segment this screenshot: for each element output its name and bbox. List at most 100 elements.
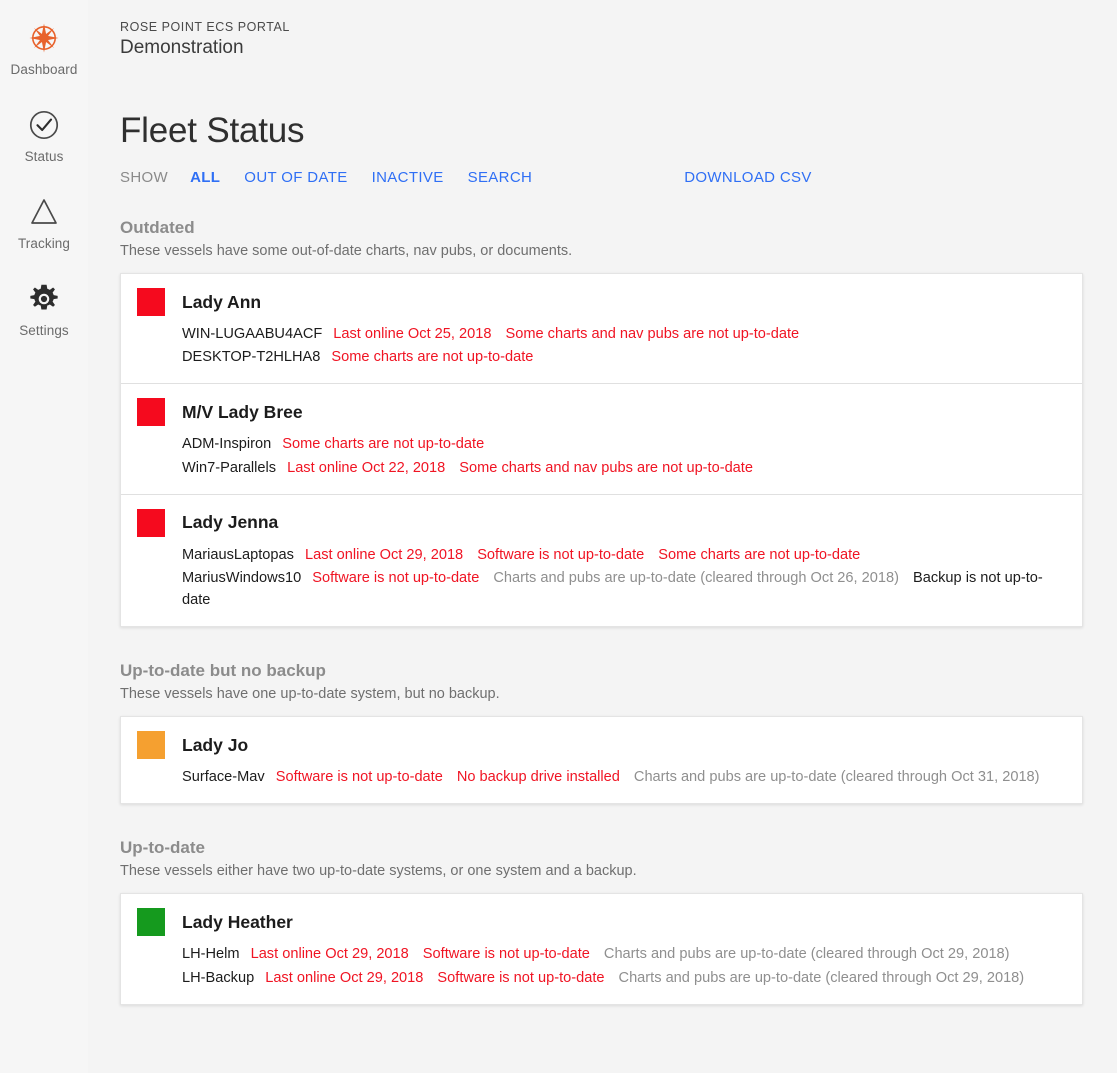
vessel-card[interactable]: Lady Jo Surface-Mav Software is not up-to-…	[121, 717, 1082, 803]
vessel-header: Lady Jenna	[137, 508, 1064, 537]
section-title: Up-to-date	[120, 838, 205, 858]
account-name: Demonstration	[120, 37, 244, 58]
system-row: MariausLaptopas Last online Oct 29, 2018 S…	[182, 544, 1064, 566]
vessel-card[interactable]: Lady Jenna MariausLaptopas Last online Oct…	[121, 493, 1082, 627]
system-row: MariusWindows10 Software is not up-to-dat…	[182, 567, 1064, 611]
vessel-card[interactable]: Lady Heather LH-Helm Last online Oct 29, 2…	[121, 894, 1082, 1003]
system-status: Charts and pubs are up-to-date (cleared …	[618, 969, 1025, 986]
system-hostname: WIN-LUGAABU4ACF	[182, 326, 323, 342]
status-badge	[137, 398, 165, 427]
fleet-section: Up-to-date but no backup These vessels ha…	[120, 661, 1083, 805]
vessel-panel: Lady Ann WIN-LUGAABU4ACF Last online Oct 2…	[120, 273, 1083, 628]
main-content: ROSE POINT ECS PORTAL Demonstration Flee…	[88, 0, 1117, 1073]
status-badge	[137, 508, 165, 537]
app-root: Dashboard Status Tracking Settings ROSE …	[0, 0, 1117, 1073]
system-status: Charts and pubs are up-to-date (cleared …	[633, 769, 1040, 786]
sidebar-item-label: Tracking	[17, 236, 71, 251]
filter-bar: SHOW ALL OUT OF DATE INACTIVE SEARCH DOWNLO…	[120, 169, 1083, 186]
vessel-card[interactable]: M/V Lady Bree ADM-Inspiron Some charts are…	[121, 383, 1082, 493]
vessel-name: Lady Jo	[182, 734, 249, 755]
vessel-name: Lady Heather	[182, 911, 293, 932]
system-list: MariausLaptopas Last online Oct 29, 2018 S…	[137, 544, 1064, 612]
check-circle-icon	[28, 105, 60, 145]
sidebar: Dashboard Status Tracking Settings	[0, 0, 88, 1073]
system-status: Software is not up-to-date	[422, 946, 590, 963]
vessel-header: Lady Heather	[137, 908, 1064, 937]
system-status: Last online Oct 25, 2018	[333, 326, 492, 342]
vessel-panel: Lady Heather LH-Helm Last online Oct 29, 2…	[120, 893, 1083, 1005]
system-status: Software is not up-to-date	[275, 769, 443, 786]
system-row: Surface-Mav Software is not up-to-date No …	[182, 766, 1064, 788]
system-hostname: LH-Backup	[182, 969, 255, 986]
brand-label: ROSE POINT ECS PORTAL	[120, 20, 290, 34]
system-list: ADM-Inspiron Some charts are not up-to-da…	[137, 433, 1064, 478]
download-csv-link[interactable]: DOWNLOAD CSV	[684, 169, 812, 186]
vessel-name: Lady Ann	[182, 291, 262, 312]
system-status: Some charts and nav pubs are not up-to-d…	[459, 459, 753, 476]
compass-rose-icon	[27, 18, 61, 58]
status-badge	[137, 288, 165, 316]
sidebar-item-settings[interactable]: Settings	[0, 279, 88, 338]
gear-icon	[28, 279, 60, 319]
filter-link-inactive[interactable]: INACTIVE	[372, 169, 444, 186]
fleet-sections: Outdated These vessels have some out-of-d…	[120, 218, 1083, 1005]
sidebar-item-status[interactable]: Status	[0, 105, 88, 164]
system-row: LH-Helm Last online Oct 29, 2018 Software …	[182, 943, 1064, 965]
vessel-header: Lady Ann	[137, 288, 1064, 316]
system-status: Software is not up-to-date	[312, 569, 480, 586]
vessel-header: Lady Jo	[137, 731, 1064, 760]
sidebar-item-dashboard[interactable]: Dashboard	[0, 18, 88, 77]
status-badge	[137, 731, 165, 760]
section-description: These vessels have one up-to-date system…	[120, 686, 500, 703]
system-list: Surface-Mav Software is not up-to-date No …	[137, 766, 1064, 788]
system-status: Some charts are not up-to-date	[282, 436, 485, 453]
system-row: LH-Backup Last online Oct 29, 2018 Softwar…	[182, 967, 1064, 989]
page-title: Fleet Status	[120, 111, 305, 150]
section-description: These vessels either have two up-to-date…	[120, 863, 637, 880]
system-status: Software is not up-to-date	[437, 969, 605, 986]
system-status: Last online Oct 22, 2018	[287, 459, 446, 476]
system-hostname: DESKTOP-T2HLHA8	[182, 349, 321, 366]
vessel-card[interactable]: Lady Ann WIN-LUGAABU4ACF Last online Oct 2…	[121, 274, 1082, 383]
section-title: Outdated	[120, 218, 195, 237]
system-hostname: LH-Helm	[182, 946, 240, 963]
system-status: Some charts are not up-to-date	[658, 546, 861, 563]
system-status: Charts and pubs are up-to-date (cleared …	[603, 946, 1010, 963]
system-hostname: ADM-Inspiron	[182, 436, 272, 453]
sidebar-item-tracking[interactable]: Tracking	[0, 192, 88, 251]
system-status: No backup drive installed	[456, 769, 620, 786]
vessel-panel: Lady Jo Surface-Mav Software is not up-to-…	[120, 716, 1083, 805]
filter-links: ALL OUT OF DATE INACTIVE SEARCH	[190, 169, 556, 186]
sidebar-item-label: Settings	[19, 323, 69, 338]
show-label: SHOW	[120, 169, 169, 186]
system-status: Last online Oct 29, 2018	[304, 546, 464, 563]
section-title: Up-to-date but no backup	[120, 661, 326, 681]
system-status: Some charts are not up-to-date	[331, 349, 534, 366]
system-status: Last online Oct 29, 2018	[265, 969, 424, 986]
vessel-name: M/V Lady Bree	[182, 401, 303, 422]
system-row: DESKTOP-T2HLHA8 Some charts are not up-to…	[182, 346, 1064, 368]
filter-link-all[interactable]: ALL	[190, 169, 220, 186]
filter-link-out-of-date[interactable]: OUT OF DATE	[244, 169, 347, 186]
filter-link-search[interactable]: SEARCH	[468, 169, 533, 186]
section-description: These vessels have some out-of-date char…	[120, 243, 573, 259]
system-status: Some charts and nav pubs are not up-to-d…	[505, 326, 800, 342]
fleet-section: Outdated These vessels have some out-of-d…	[120, 218, 1083, 628]
system-list: WIN-LUGAABU4ACF Last online Oct 25, 2018 S…	[137, 323, 1064, 368]
system-hostname: Surface-Mav	[182, 769, 265, 786]
vessel-name: Lady Jenna	[182, 512, 279, 533]
fleet-section: Up-to-date These vessels either have two …	[120, 838, 1083, 1005]
system-status: Charts and pubs are up-to-date (cleared …	[493, 569, 899, 586]
system-hostname: Win7-Parallels	[182, 459, 277, 476]
system-hostname: MariusWindows10	[182, 569, 302, 586]
sidebar-item-label: Dashboard	[10, 62, 78, 77]
system-status: Last online Oct 29, 2018	[250, 946, 409, 963]
system-status: Software is not up-to-date	[477, 546, 645, 563]
status-badge	[137, 908, 165, 937]
system-row: Win7-Parallels Last online Oct 22, 2018 So…	[182, 457, 1064, 479]
system-list: LH-Helm Last online Oct 29, 2018 Software …	[137, 943, 1064, 988]
system-hostname: MariausLaptopas	[182, 546, 294, 563]
sidebar-item-label: Status	[24, 149, 64, 164]
system-row: ADM-Inspiron Some charts are not up-to-da…	[182, 433, 1064, 455]
triangle-icon	[28, 192, 60, 232]
